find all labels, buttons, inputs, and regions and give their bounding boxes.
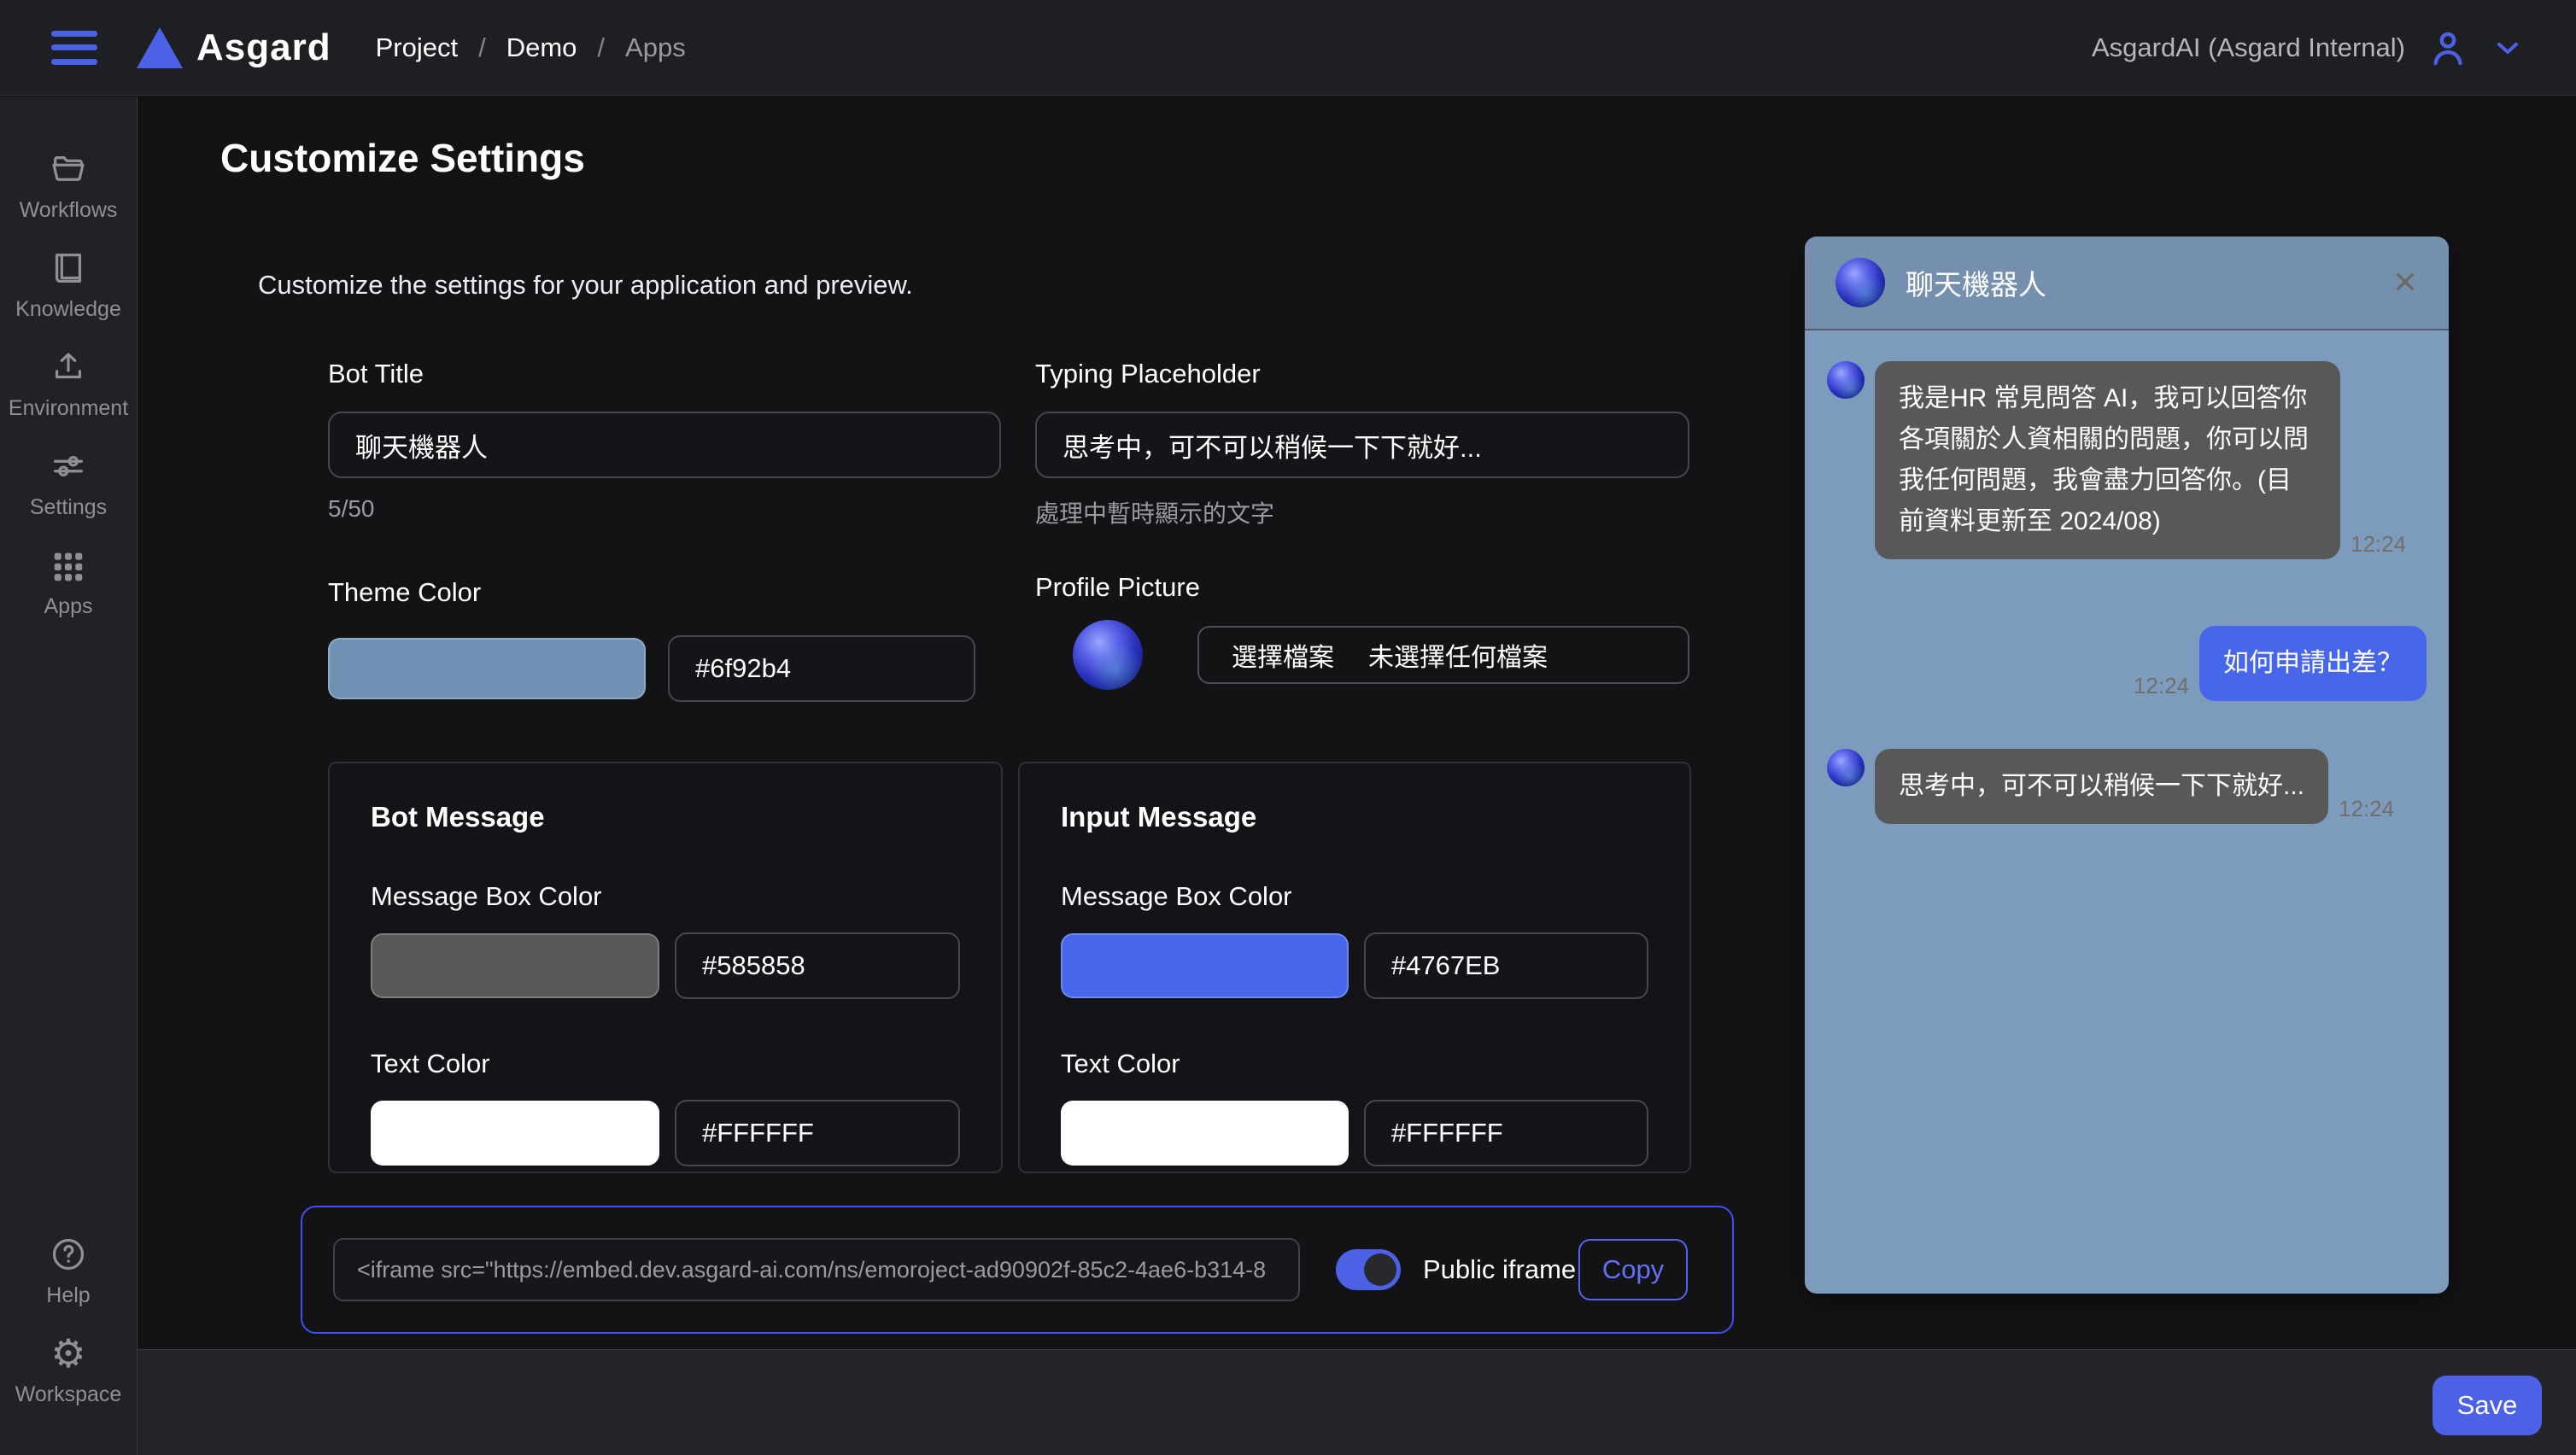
chat-bot-avatar: [1827, 749, 1865, 786]
bot-message-bubble: 思考中，可不可以稍候一下下就好...: [1875, 749, 2328, 824]
chevron-down-icon[interactable]: [2491, 31, 2525, 65]
chat-header: 聊天機器人 ✕: [1805, 237, 2449, 330]
message-timestamp: 12:24: [2134, 673, 2189, 699]
brand-name: Asgard: [196, 26, 331, 69]
chat-preview-panel: 聊天機器人 ✕ 我是HR 常見問答 AI，我可以回答你各項關於人資相關的問題，你…: [1805, 237, 2449, 1294]
theme-color-label: Theme Color: [328, 577, 481, 607]
chat-body: 我是HR 常見問答 AI，我可以回答你各項關於人資相關的問題，你可以問我任何問題…: [1805, 330, 2449, 1294]
triangle-logo-icon: [137, 27, 183, 68]
profile-picture-avatar: [1073, 620, 1143, 690]
menu-icon[interactable]: [51, 31, 97, 65]
typing-placeholder-input[interactable]: 思考中，可不可以稍候一下下就好...: [1035, 412, 1689, 478]
sidebar-item-knowledge[interactable]: Knowledge: [0, 248, 137, 322]
account-menu[interactable]: AsgardAI (Asgard Internal): [2092, 27, 2525, 68]
embed-iframe-section: <iframe src="https://embed.dev.asgard-ai…: [301, 1206, 1734, 1334]
footer-bar: Save: [138, 1349, 2576, 1455]
message-timestamp: 12:24: [2351, 531, 2406, 558]
sidebar-item-settings[interactable]: Settings: [0, 447, 137, 520]
bot-title-label: Bot Title: [328, 359, 424, 389]
theme-color-field: Theme Color #6f92b4: [328, 577, 975, 702]
chat-message-bot: 思考中，可不可以稍候一下下就好... 12:24: [1805, 749, 2449, 824]
bot-title-input[interactable]: 聊天機器人: [328, 412, 1001, 478]
sidebar-item-label: Apps: [44, 594, 93, 619]
profile-picture-field: Profile Picture 選擇檔案 未選擇任何檔案: [1035, 570, 1689, 690]
chat-title: 聊天機器人: [1906, 262, 2046, 303]
input-message-box-color-label: Message Box Color: [1061, 881, 1648, 912]
sidebar-item-label: Workspace: [15, 1382, 122, 1407]
brand-logo: Asgard: [137, 26, 331, 69]
sidebar-item-label: Help: [46, 1283, 90, 1308]
bot-message-text-color-label: Text Color: [371, 1049, 960, 1079]
bot-message-box-color-hex-input[interactable]: #585858: [675, 932, 960, 999]
public-iframe-toggle[interactable]: [1336, 1249, 1401, 1290]
page-title: Customize Settings: [220, 135, 585, 181]
message-timestamp: 12:24: [2339, 796, 2394, 822]
choose-file-button[interactable]: 選擇檔案: [1232, 636, 1334, 674]
bot-message-title: Bot Message: [371, 801, 960, 833]
sidebar-item-label: Workflows: [20, 198, 118, 223]
sidebar-item-label: Knowledge: [15, 297, 121, 322]
sidebar-item-help[interactable]: Help: [0, 1235, 137, 1308]
sidebar-item-label: Settings: [30, 495, 107, 520]
input-message-card: Input Message Message Box Color #4767EB …: [1018, 762, 1691, 1173]
sidebar-item-label: Environment: [9, 396, 128, 421]
typing-placeholder-helper: 處理中暫時顯示的文字: [1035, 495, 1689, 529]
input-message-box-color-swatch[interactable]: [1061, 933, 1349, 998]
close-icon[interactable]: ✕: [2392, 265, 2418, 301]
breadcrumb-separator: /: [597, 32, 605, 63]
profile-picture-file-input[interactable]: 選擇檔案 未選擇任何檔案: [1197, 626, 1689, 684]
gear-icon: ⚙: [50, 1334, 85, 1373]
breadcrumb-apps: Apps: [625, 32, 686, 63]
chat-message-bot: 我是HR 常見問答 AI，我可以回答你各項關於人資相關的問題，你可以問我任何問題…: [1805, 361, 2449, 559]
input-message-box-color-hex-input[interactable]: #4767EB: [1364, 932, 1648, 999]
help-circle-icon: [49, 1235, 88, 1274]
breadcrumb-separator: /: [478, 32, 486, 63]
upload-icon: [49, 348, 88, 387]
breadcrumb: Project / Demo / Apps: [376, 32, 686, 63]
folder-icon: [49, 149, 88, 189]
bot-message-bubble: 我是HR 常見問答 AI，我可以回答你各項關於人資相關的問題，你可以問我任何問題…: [1875, 361, 2340, 559]
account-label[interactable]: AsgardAI (Asgard Internal): [2092, 32, 2405, 63]
bot-message-text-color-hex-input[interactable]: #FFFFFF: [675, 1100, 960, 1166]
sidebar: Workflows Knowledge Environment Settings…: [0, 96, 138, 1455]
sidebar-item-workflows[interactable]: Workflows: [0, 149, 137, 223]
chat-bot-avatar: [1835, 258, 1885, 307]
chat-bot-avatar: [1827, 361, 1865, 399]
user-icon[interactable]: [2427, 27, 2468, 68]
bot-title-counter: 5/50: [328, 495, 1001, 523]
input-message-text-color-hex-input[interactable]: #FFFFFF: [1364, 1100, 1648, 1166]
input-message-text-color-label: Text Color: [1061, 1049, 1648, 1079]
bot-title-field: Bot Title 聊天機器人 5/50: [328, 359, 1001, 523]
bot-message-box-color-swatch[interactable]: [371, 933, 659, 998]
toggle-knob: [1364, 1253, 1396, 1286]
sidebar-item-workspace[interactable]: ⚙ Workspace: [0, 1334, 137, 1407]
sidebar-item-apps[interactable]: Apps: [0, 546, 137, 619]
bot-message-box-color-label: Message Box Color: [371, 881, 960, 912]
input-message-text-color-swatch[interactable]: [1061, 1101, 1349, 1166]
save-button[interactable]: Save: [2433, 1376, 2542, 1435]
copy-button[interactable]: Copy: [1578, 1239, 1688, 1300]
sliders-icon: [49, 447, 88, 486]
page-description: Customize the settings for your applicat…: [258, 270, 913, 301]
chat-message-user: 12:24 如何申請出差？: [1805, 626, 2449, 701]
grid-icon: [49, 546, 88, 585]
bot-message-card: Bot Message Message Box Color #585858 Te…: [328, 762, 1003, 1173]
book-icon: [49, 248, 88, 288]
file-status-text: 未選擇任何檔案: [1368, 636, 1548, 674]
typing-placeholder-label: Typing Placeholder: [1035, 359, 1261, 389]
bot-message-text-color-swatch[interactable]: [371, 1101, 659, 1166]
breadcrumb-project[interactable]: Project: [376, 32, 458, 63]
user-message-bubble: 如何申請出差？: [2199, 626, 2427, 701]
theme-color-swatch[interactable]: [328, 638, 646, 699]
embed-code-input[interactable]: <iframe src="https://embed.dev.asgard-ai…: [333, 1238, 1300, 1301]
profile-picture-label: Profile Picture: [1035, 572, 1200, 602]
theme-color-hex-input[interactable]: #6f92b4: [668, 635, 975, 702]
top-bar: Asgard Project / Demo / Apps AsgardAI (A…: [0, 0, 2576, 96]
sidebar-item-environment[interactable]: Environment: [0, 348, 137, 421]
public-iframe-label: Public iframe: [1423, 1254, 1576, 1285]
breadcrumb-demo[interactable]: Demo: [506, 32, 577, 63]
input-message-title: Input Message: [1061, 801, 1648, 833]
typing-placeholder-field: Typing Placeholder 思考中，可不可以稍候一下下就好... 處理…: [1035, 359, 1689, 529]
